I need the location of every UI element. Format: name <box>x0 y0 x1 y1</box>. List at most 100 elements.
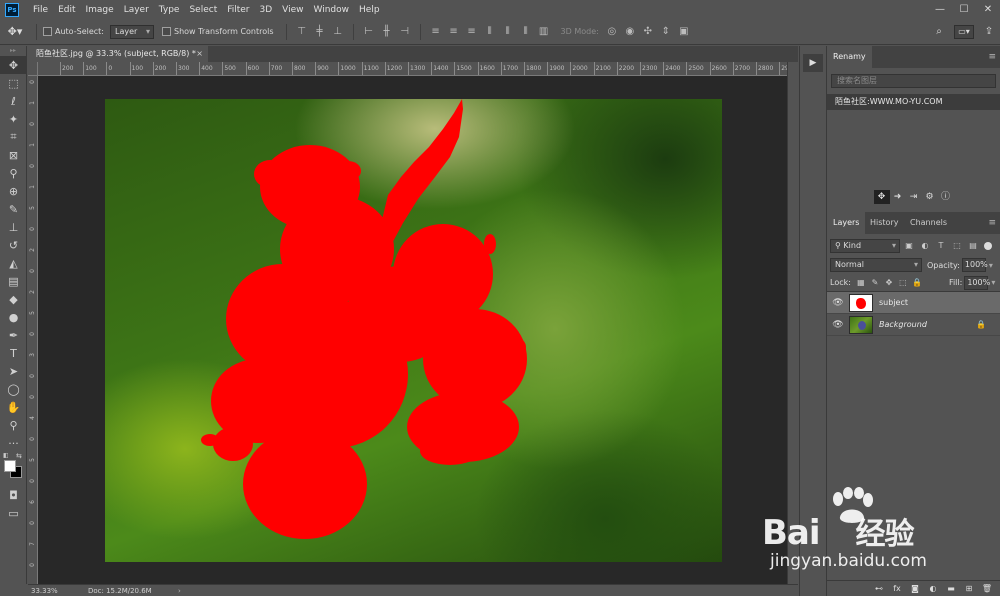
align-top-icon[interactable]: ⊤ <box>295 25 309 39</box>
shape-filter-icon[interactable]: ⬚ <box>950 239 964 253</box>
menu-select[interactable]: Select <box>184 5 222 15</box>
horizontal-ruler[interactable]: 200 100 0 100 200 300 400 500 600 700 800 900 1000 11… <box>38 62 787 76</box>
distribute-right-icon[interactable]: ⦀ <box>519 25 533 39</box>
lock-transparent-icon[interactable]: ▦ <box>855 277 867 289</box>
maximize-button[interactable]: ☐ <box>952 4 976 15</box>
move-tool-preset-icon[interactable]: ✥▾ <box>0 25 30 38</box>
screen-mode-icon[interactable]: ▭ <box>0 504 27 522</box>
move-tool-icon[interactable]: ✥ <box>0 56 27 74</box>
tab-layers[interactable]: Layers <box>827 212 866 234</box>
renamy-list-item[interactable]: 陌鱼社区:WWW.MO-YU.COM <box>827 94 1000 110</box>
auto-align-icon[interactable]: ▥ <box>537 25 551 39</box>
share-icon[interactable]: ⇪ <box>982 25 996 39</box>
link-icon[interactable]: ⊷ <box>870 584 888 593</box>
trash-icon[interactable]: 🗑 <box>978 584 996 593</box>
arrow-right-icon[interactable]: ➜ <box>890 190 906 204</box>
more-tools-icon[interactable]: ··· <box>0 434 27 452</box>
zoom-level[interactable]: 33.33% <box>28 587 68 595</box>
menu-type[interactable]: Type <box>154 5 185 15</box>
distribute-hcenter-icon[interactable]: ⦀ <box>501 25 515 39</box>
menu-image[interactable]: Image <box>81 5 119 15</box>
type-filter-icon[interactable]: T <box>934 239 948 253</box>
frame-tool-icon[interactable]: ⊠ <box>0 146 27 164</box>
eyedropper-tool-icon[interactable]: ⚲ <box>0 164 27 182</box>
align-right-icon[interactable]: ⊣ <box>398 25 412 39</box>
menu-view[interactable]: View <box>277 5 308 15</box>
filter-toggle[interactable] <box>984 242 992 250</box>
healing-brush-tool-icon[interactable]: ⊕ <box>0 182 27 200</box>
3d-slide-icon[interactable]: ⇕ <box>659 25 673 39</box>
blur-tool-icon[interactable]: ◆ <box>0 290 27 308</box>
3d-orbit-icon[interactable]: ◎ <box>605 25 619 39</box>
blend-mode-dropdown[interactable]: Normal <box>830 258 922 272</box>
menu-edit[interactable]: Edit <box>53 5 80 15</box>
align-left-icon[interactable]: ⊢ <box>362 25 376 39</box>
layer-row-subject[interactable]: 👁 subject <box>827 292 1000 314</box>
3d-camera-icon[interactable]: ▣ <box>677 25 691 39</box>
settings-icon[interactable]: ⚙ <box>922 190 938 204</box>
kind-filter-dropdown[interactable]: ⚲ Kind <box>830 239 900 253</box>
info-icon[interactable]: ⓘ <box>938 190 954 204</box>
rename-icon[interactable]: ✥ <box>873 190 890 204</box>
status-menu-arrow[interactable]: › <box>178 587 181 595</box>
search-icon[interactable]: ⌕ <box>932 25 946 39</box>
panel-menu-icon[interactable]: ≡ <box>988 46 996 68</box>
visibility-eye-icon[interactable]: 👁 <box>827 320 849 330</box>
lock-all-icon[interactable]: 🔒 <box>911 277 923 289</box>
eraser-tool-icon[interactable]: ◭ <box>0 254 27 272</box>
brush-tool-icon[interactable]: ✎ <box>0 200 27 218</box>
align-bottom-icon[interactable]: ⊥ <box>331 25 345 39</box>
auto-select-dropdown[interactable]: Layer <box>109 24 154 39</box>
vertical-ruler[interactable]: 0 1 0 1 0 1 5 0 2 0 2 5 0 3 0 0 4 0 5 0 6 0 7 0 <box>28 76 38 584</box>
mask-icon[interactable]: ◙ <box>906 584 924 593</box>
3d-roll-icon[interactable]: ◉ <box>623 25 637 39</box>
layer-name[interactable]: subject <box>879 298 908 307</box>
menu-3d[interactable]: 3D <box>255 5 278 15</box>
tab-renamy[interactable]: Renamy <box>827 46 872 68</box>
magic-wand-tool-icon[interactable]: ✦ <box>0 110 27 128</box>
adjustment-filter-icon[interactable]: ◐ <box>918 239 932 253</box>
fill-field[interactable]: 100% <box>964 275 990 290</box>
marquee-tool-icon[interactable]: ⬚ <box>0 74 27 92</box>
toolbar-grip[interactable]: ▸▸ <box>0 46 26 56</box>
pen-tool-icon[interactable]: ✒ <box>0 326 27 344</box>
distribute-top-icon[interactable]: ≡ <box>429 25 443 39</box>
default-colors-icon[interactable]: ◧ <box>3 452 9 459</box>
gradient-tool-icon[interactable]: ▤ <box>0 272 27 290</box>
close-button[interactable]: ✕ <box>976 4 1000 15</box>
swap-colors-icon[interactable]: ⇆ <box>16 452 22 460</box>
layer-row-background[interactable]: 👁 Background 🔒 <box>827 314 1000 336</box>
lock-position-icon[interactable]: ✥ <box>883 277 895 289</box>
shape-tool-icon[interactable]: ◯ <box>0 380 27 398</box>
opacity-slider-caret[interactable]: ▾ <box>989 261 993 270</box>
auto-select-checkbox[interactable] <box>43 27 52 36</box>
renamy-search-input[interactable]: 搜索名图层 <box>831 74 996 88</box>
ruler-origin[interactable] <box>28 62 38 76</box>
distribute-bottom-icon[interactable]: ≡ <box>465 25 479 39</box>
menu-window[interactable]: Window <box>309 5 355 15</box>
fill-slider-caret[interactable]: ▾ <box>991 278 995 287</box>
forward-icon[interactable]: ⇥ <box>906 190 922 204</box>
vertical-scrollbar[interactable] <box>787 62 798 584</box>
tab-channels[interactable]: Channels <box>904 212 953 234</box>
layer-name[interactable]: Background <box>879 320 927 329</box>
fx-icon[interactable]: fx <box>888 584 906 593</box>
visibility-eye-icon[interactable]: 👁 <box>827 298 849 308</box>
document-tab[interactable]: 陌鱼社区.jpg @ 33.3% (subject, RGB/8) * × <box>28 46 208 62</box>
close-tab-icon[interactable]: × <box>196 46 203 62</box>
align-hcenter-icon[interactable]: ╫ <box>380 25 394 39</box>
history-brush-tool-icon[interactable]: ↺ <box>0 236 27 254</box>
menu-filter[interactable]: Filter <box>222 5 254 15</box>
document-image[interactable] <box>105 99 722 562</box>
3d-pan-icon[interactable]: ✣ <box>641 25 655 39</box>
layers-menu-icon[interactable]: ≡ <box>988 212 996 234</box>
play-icon[interactable]: ▶ <box>803 54 823 72</box>
type-tool-icon[interactable]: T <box>0 344 27 362</box>
workspace-dropdown[interactable]: ▭▾ <box>954 25 974 39</box>
new-layer-icon[interactable]: ⊞ <box>960 584 978 593</box>
menu-help[interactable]: Help <box>354 5 385 15</box>
dodge-tool-icon[interactable]: ● <box>0 308 27 326</box>
lock-artboard-icon[interactable]: ⬚ <box>897 277 909 289</box>
clone-stamp-tool-icon[interactable]: ⊥ <box>0 218 27 236</box>
lock-icon[interactable]: 🔒 <box>976 320 986 329</box>
